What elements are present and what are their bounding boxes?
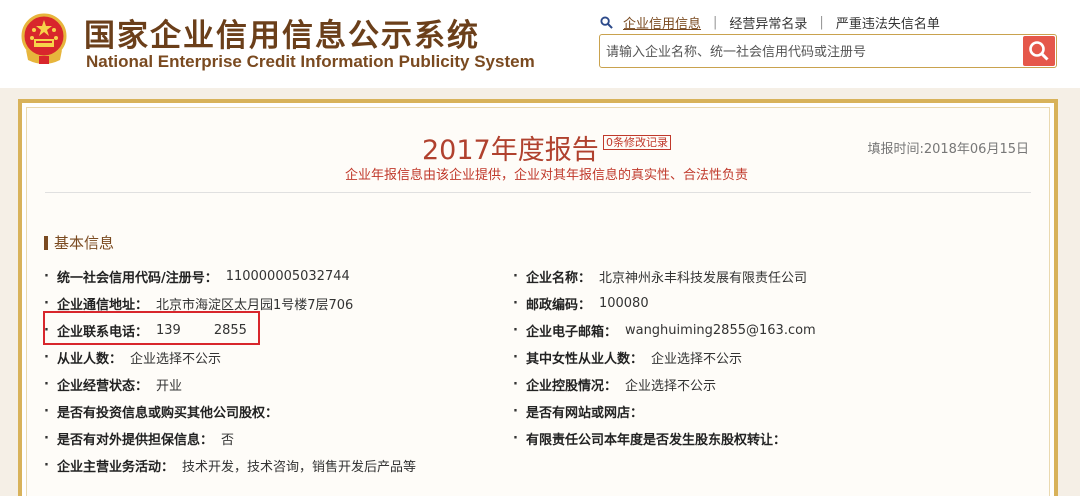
- bullet: ·: [44, 349, 49, 365]
- field-value: 110000005032744: [225, 268, 350, 284]
- field-label: 企业名称：: [525, 270, 591, 286]
- bullet: ·: [513, 376, 518, 392]
- bullet: ·: [513, 430, 518, 446]
- search-input[interactable]: [606, 41, 1016, 63]
- field-value: 北京神州永丰科技发展有限责任公司: [598, 270, 807, 286]
- bullet: ·: [513, 295, 518, 311]
- nav-serious-violation-list[interactable]: 严重违法失信名单: [836, 13, 940, 32]
- section-bar-icon: [44, 235, 48, 250]
- field-label: 企业控股情况：: [525, 378, 617, 394]
- phone-highlight-box: [43, 311, 260, 345]
- report-disclaimer: 企业年报信息由该企业提供，企业对其年报信息的真实性、合法性负责: [345, 168, 749, 183]
- field-equity-transfer: · 有限责任公司本年度是否发生股东股权转让：: [513, 429, 794, 448]
- bullet: ·: [513, 349, 518, 365]
- field-label: 企业电子邮箱：: [525, 324, 617, 340]
- field-holding-status: · 企业控股情况： 企业选择不公示: [513, 375, 716, 394]
- nav-separator: |: [819, 14, 824, 30]
- field-label: 其中女性从业人数：: [525, 351, 643, 367]
- field-postal-code: · 邮政编码： 100080: [513, 294, 649, 313]
- field-label: 企业主营业务活动：: [56, 459, 174, 475]
- site-header: 国家企业信用信息公示系统 National Enterprise Credit …: [0, 0, 1080, 88]
- field-main-business: · 企业主营业务活动： 技术开发，技术咨询，销售开发后产品等: [44, 456, 416, 475]
- field-value: 北京市海淀区太月园1号楼7层706: [155, 297, 354, 313]
- bullet: ·: [44, 376, 49, 392]
- nav-abnormal-operation-list[interactable]: 经营异常名录: [729, 13, 807, 32]
- field-label: 企业通信地址：: [56, 297, 148, 313]
- search-button[interactable]: [1023, 36, 1055, 66]
- bullet: ·: [513, 403, 518, 419]
- field-operating-status: · 企业经营状态： 开业: [44, 375, 182, 394]
- bullet: ·: [513, 268, 518, 284]
- field-value: 企业选择不公示: [129, 351, 221, 367]
- field-label: 是否有网站或网店：: [525, 405, 643, 421]
- report-title: 2017年度报告: [422, 135, 599, 166]
- search-icon: [1029, 41, 1049, 61]
- field-credit-code: · 统一社会信用代码/注册号： 110000005032744: [44, 267, 350, 286]
- field-label: 统一社会信用代码/注册号：: [56, 270, 218, 286]
- bullet: ·: [44, 295, 49, 311]
- field-label: 是否有对外提供担保信息：: [56, 432, 213, 448]
- bullet: ·: [44, 268, 49, 284]
- field-label: 有限责任公司本年度是否发生股东股权转让：: [525, 432, 786, 448]
- divider: [45, 192, 1031, 193]
- bullet: ·: [44, 403, 49, 419]
- bullet: ·: [44, 430, 49, 446]
- top-nav: 企业信用信息 | 经营异常名录 | 严重违法失信名单: [600, 12, 940, 32]
- field-label: 邮政编码：: [525, 297, 591, 313]
- field-website: · 是否有网站或网店：: [513, 402, 651, 421]
- section-title: 基本信息: [54, 234, 115, 252]
- section-heading-basic-info: 基本信息: [44, 232, 114, 253]
- field-address: · 企业通信地址： 北京市海淀区太月园1号楼7层706: [44, 294, 354, 313]
- field-company-name: · 企业名称： 北京神州永丰科技发展有限责任公司: [513, 267, 807, 286]
- field-value: 100080: [598, 295, 649, 311]
- field-guarantee-info: · 是否有对外提供担保信息： 否: [44, 429, 234, 448]
- field-female-employees: · 其中女性从业人数： 企业选择不公示: [513, 348, 742, 367]
- field-value: 技术开发，技术咨询，销售开发后产品等: [181, 459, 416, 475]
- search-icon: [600, 15, 613, 29]
- field-value: 否: [220, 432, 234, 448]
- bullet: ·: [513, 322, 518, 338]
- field-investment-info: · 是否有投资信息或购买其他公司股权：: [44, 402, 286, 421]
- field-label: 从业人数：: [56, 351, 122, 367]
- site-title-cn: 国家企业信用信息公示系统: [84, 18, 480, 54]
- nav-separator: |: [713, 14, 718, 30]
- nav-enterprise-credit-info[interactable]: 企业信用信息: [623, 13, 701, 32]
- report-frame: 2017年度报告 0条修改记录 填报时间:2018年06月15日 企业年报信息由…: [18, 99, 1058, 496]
- field-value: 企业选择不公示: [650, 351, 742, 367]
- field-label: 企业经营状态：: [56, 378, 148, 394]
- national-emblem-icon: [21, 13, 67, 64]
- field-email: · 企业电子邮箱： wanghuiming2855@163.com: [513, 321, 816, 340]
- revision-records-link[interactable]: 0条修改记录: [603, 135, 671, 150]
- filing-time: 填报时间:2018年06月15日: [867, 142, 1029, 157]
- field-value: 开业: [155, 378, 182, 394]
- field-value: wanghuiming2855@163.com: [624, 322, 816, 338]
- bullet: ·: [44, 457, 49, 473]
- field-value: 企业选择不公示: [624, 378, 716, 394]
- report-panel: 2017年度报告 0条修改记录 填报时间:2018年06月15日 企业年报信息由…: [26, 107, 1050, 496]
- field-employees: · 从业人数： 企业选择不公示: [44, 348, 221, 367]
- field-label: 是否有投资信息或购买其他公司股权：: [56, 405, 278, 421]
- search-box: [599, 34, 1057, 68]
- site-title-en: National Enterprise Credit Information P…: [86, 52, 535, 71]
